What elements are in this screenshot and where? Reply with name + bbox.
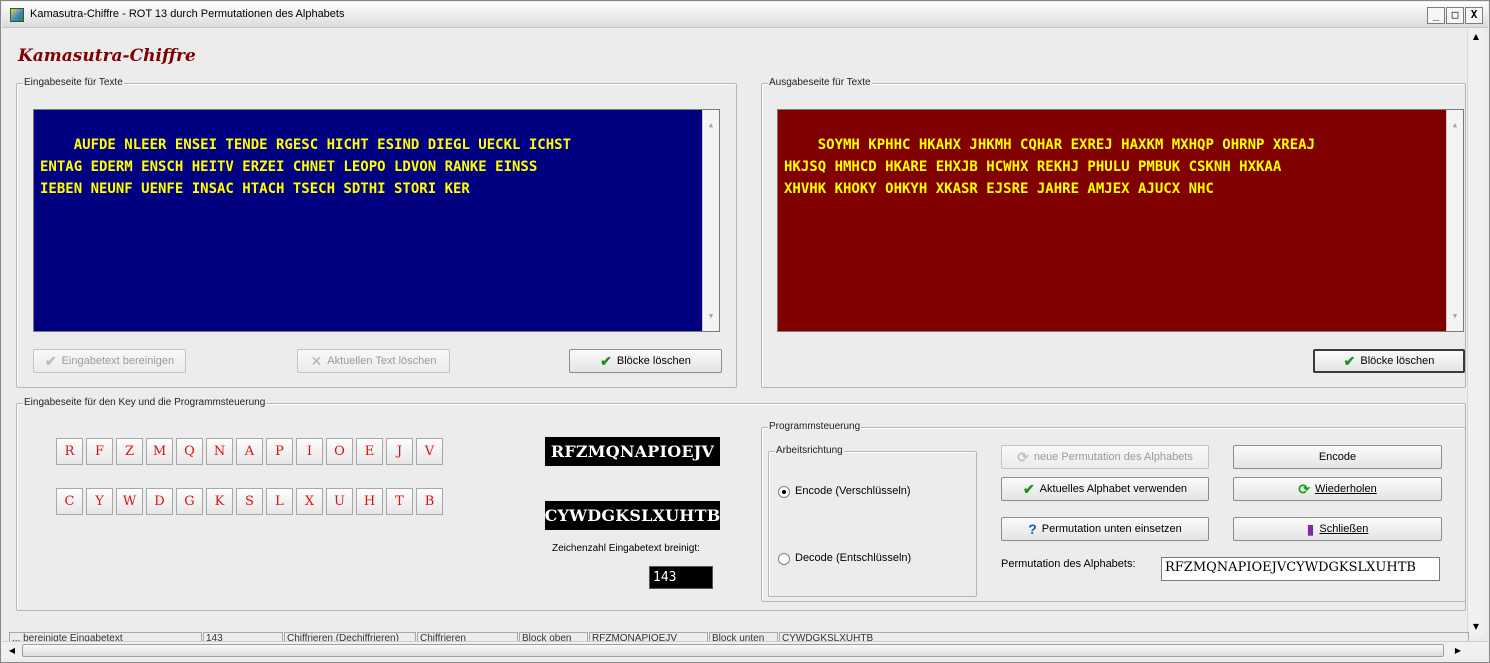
output-delete-blocks-button[interactable]: ✔ Blöcke löschen xyxy=(1313,349,1465,373)
direction-group: Arbeitsrichtung xyxy=(768,445,977,597)
use-current-alphabet-button[interactable]: ✔ Aktuelles Alphabet verwenden xyxy=(1001,477,1209,501)
key-letter-button[interactable]: Z xyxy=(116,438,143,465)
title-bar[interactable]: Kamasutra-Chiffre - ROT 13 durch Permuta… xyxy=(2,2,1488,28)
key-letter-button[interactable]: I xyxy=(296,438,323,465)
app-icon xyxy=(10,8,24,22)
control-panel-label: Programmsteuerung xyxy=(768,421,862,432)
close-app-label: Schließen xyxy=(1319,523,1369,535)
key-display-row-1: RFZMQNAPIOEJV xyxy=(545,437,720,466)
scroll-thumb[interactable] xyxy=(22,644,1444,657)
char-count-value: 143 xyxy=(649,566,713,589)
repeat-button-label: Wiederholen xyxy=(1314,483,1377,495)
key-letter-button[interactable]: E xyxy=(356,438,383,465)
close-button[interactable]: X xyxy=(1465,7,1483,24)
close-app-button[interactable]: ▮ Schließen xyxy=(1233,517,1442,541)
scroll-right-icon[interactable]: ▶ xyxy=(1450,643,1466,659)
maximize-button[interactable]: □ xyxy=(1446,7,1464,24)
key-letter-button[interactable]: L xyxy=(266,488,293,515)
char-count-label: Zeichenzahl Eingabetext breinigt: xyxy=(552,543,700,554)
scroll-left-icon[interactable]: ◀ xyxy=(4,643,20,659)
refresh-icon: ⟳ xyxy=(1298,481,1310,497)
key-letter-button[interactable]: C xyxy=(56,488,83,515)
key-letter-button[interactable]: W xyxy=(116,488,143,515)
key-display-row-2: CYWDGKSLXUHTB xyxy=(545,501,720,530)
check-icon: ✔ xyxy=(1343,353,1356,369)
key-letter-button[interactable]: R xyxy=(56,438,83,465)
minimize-button[interactable]: _ xyxy=(1427,7,1445,24)
encode-radio-label[interactable]: Encode (Verschlüsseln) xyxy=(795,485,911,497)
main-vertical-scrollbar[interactable]: ▲ ▼ xyxy=(1467,29,1484,635)
input-text-area[interactable]: AUFDE NLEER ENSEI TENDE RGESC HICHT ESIN… xyxy=(33,109,720,332)
key-letter-button[interactable]: S xyxy=(236,488,263,515)
output-text: SOYMH KPHHC HKAHX JHKMH CQHAR EXREJ HAXK… xyxy=(784,137,1316,197)
check-icon: ✔ xyxy=(600,353,612,369)
key-letter-button[interactable]: B xyxy=(416,488,443,515)
key-panel-label: Eingabeseite für den Key und die Program… xyxy=(23,397,267,408)
scroll-up-icon[interactable]: ▲ xyxy=(1447,114,1463,136)
new-permutation-label: neue Permutation des Alphabets xyxy=(1033,451,1193,463)
input-delete-blocks-label: Blöcke löschen xyxy=(616,355,691,367)
input-panel-label: Eingabeseite für Texte xyxy=(23,77,124,88)
key-letter-button[interactable]: U xyxy=(326,488,353,515)
key-letter-button[interactable]: X xyxy=(296,488,323,515)
output-text-area[interactable]: SOYMH KPHHC HKAHX JHKMH CQHAR EXREJ HAXK… xyxy=(777,109,1464,332)
scroll-up-icon[interactable]: ▲ xyxy=(703,114,719,136)
app-title: Kamasutra-Chiffre xyxy=(18,46,196,66)
decode-radio[interactable] xyxy=(778,553,790,565)
key-letter-button[interactable]: P xyxy=(266,438,293,465)
repeat-button[interactable]: ⟳ Wiederholen xyxy=(1233,477,1442,501)
key-letter-button[interactable]: O xyxy=(326,438,353,465)
check-icon: ✔ xyxy=(1022,481,1035,497)
input-scrollbar[interactable]: ▲ ▼ xyxy=(702,110,719,331)
encode-button[interactable]: Encode xyxy=(1233,445,1442,469)
delete-x-icon: ✕ xyxy=(310,353,323,369)
scroll-up-icon[interactable]: ▲ xyxy=(1468,29,1484,45)
key-letter-button[interactable]: T xyxy=(386,488,413,515)
insert-permutation-label: Permutation unten einsetzen xyxy=(1041,523,1182,535)
check-icon: ✔ xyxy=(44,353,57,369)
key-letter-button[interactable]: V xyxy=(416,438,443,465)
key-letter-button[interactable]: A xyxy=(236,438,263,465)
key-letter-button[interactable]: H xyxy=(356,488,383,515)
key-letter-button[interactable]: G xyxy=(176,488,203,515)
key-letter-button[interactable]: N xyxy=(206,438,233,465)
output-scrollbar[interactable]: ▲ ▼ xyxy=(1446,110,1463,331)
window-title: Kamasutra-Chiffre - ROT 13 durch Permuta… xyxy=(30,8,345,20)
scroll-down-icon[interactable]: ▼ xyxy=(1447,305,1463,327)
encode-button-label: Encode xyxy=(1318,451,1357,463)
key-letter-button[interactable]: J xyxy=(386,438,413,465)
key-letter-button[interactable]: D xyxy=(146,488,173,515)
decode-radio-label[interactable]: Decode (Entschlüsseln) xyxy=(795,552,911,564)
clean-input-button[interactable]: ✔ Eingabetext bereinigen xyxy=(33,349,186,373)
refresh-icon: ⟳ xyxy=(1017,449,1029,465)
new-permutation-button[interactable]: ⟳ neue Permutation des Alphabets xyxy=(1001,445,1209,469)
input-text: AUFDE NLEER ENSEI TENDE RGESC HICHT ESIN… xyxy=(40,137,572,197)
main-window: Kamasutra-Chiffre - ROT 13 durch Permuta… xyxy=(0,0,1490,663)
output-panel-label: Ausgabeseite für Texte xyxy=(768,77,872,88)
key-letter-button[interactable]: F xyxy=(86,438,113,465)
key-letter-button[interactable]: K xyxy=(206,488,233,515)
question-icon: ? xyxy=(1028,521,1037,537)
use-current-alphabet-label: Aktuelles Alphabet verwenden xyxy=(1039,483,1188,495)
delete-text-button[interactable]: ✕ Aktuellen Text löschen xyxy=(297,349,450,373)
delete-text-label: Aktuellen Text löschen xyxy=(327,355,437,367)
insert-permutation-button[interactable]: ? Permutation unten einsetzen xyxy=(1001,517,1209,541)
key-letter-button[interactable]: Y xyxy=(86,488,113,515)
main-horizontal-scrollbar[interactable]: ◀ ▶ xyxy=(2,641,1488,659)
input-delete-blocks-button[interactable]: ✔ Blöcke löschen xyxy=(569,349,722,373)
direction-label: Arbeitsrichtung xyxy=(775,445,844,456)
encode-radio[interactable] xyxy=(778,486,790,498)
key-letter-button[interactable]: M xyxy=(146,438,173,465)
exit-door-icon: ▮ xyxy=(1306,521,1315,537)
clean-input-label: Eingabetext bereinigen xyxy=(61,355,175,367)
permutation-label: Permutation des Alphabets: xyxy=(1001,558,1136,570)
key-letter-button[interactable]: Q xyxy=(176,438,203,465)
scroll-down-icon[interactable]: ▼ xyxy=(703,305,719,327)
output-delete-blocks-label: Blöcke löschen xyxy=(1360,355,1435,367)
permutation-field[interactable]: RFZMQNAPIOEJVCYWDGKSLXUHTB xyxy=(1161,557,1440,581)
